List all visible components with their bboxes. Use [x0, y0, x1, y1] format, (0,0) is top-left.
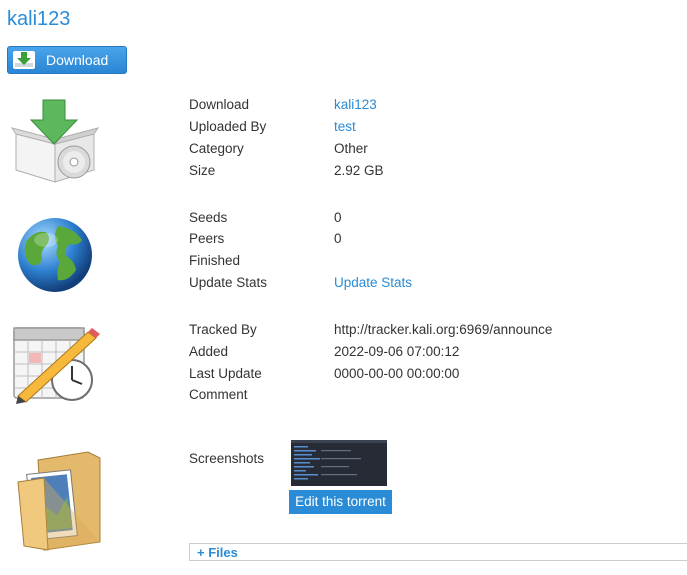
- page-title: kali123: [7, 8, 71, 30]
- package-disc-icon: [10, 99, 100, 183]
- uploaded-by-label: Uploaded By: [189, 119, 267, 134]
- category-label: Category: [189, 141, 244, 156]
- download-button-label: Download: [46, 52, 109, 68]
- added-value: 2022-09-06 07:00:12: [334, 344, 460, 359]
- uploader-link[interactable]: test: [334, 119, 356, 135]
- screenshot-thumbnail[interactable]: [291, 440, 387, 486]
- download-link[interactable]: kali123: [334, 97, 377, 113]
- download-arrow-icon: [13, 51, 35, 69]
- peers-value: 0: [334, 231, 342, 246]
- size-label: Size: [189, 163, 216, 178]
- download-label: Download: [189, 97, 250, 112]
- comment-label: Comment: [189, 387, 248, 402]
- download-button[interactable]: Download: [7, 46, 127, 74]
- category-value: Other: [334, 141, 368, 156]
- screenshots-label: Screenshots: [189, 451, 265, 466]
- tracked-by-label: Tracked By: [189, 322, 257, 337]
- finished-label: Finished: [189, 253, 241, 268]
- globe-icon: [18, 218, 92, 292]
- size-value: 2.92 GB: [334, 163, 384, 178]
- calendar-clock-pencil-icon: [13, 327, 100, 404]
- folder-images-icon: [17, 451, 101, 551]
- last-update-label: Last Update: [189, 366, 262, 381]
- update-stats-link[interactable]: Update Stats: [334, 275, 412, 291]
- update-stats-label: Update Stats: [189, 275, 268, 290]
- edit-torrent-button[interactable]: Edit this torrent: [289, 490, 392, 514]
- seeds-label: Seeds: [189, 210, 228, 225]
- seeds-value: 0: [334, 210, 342, 225]
- peers-label: Peers: [189, 231, 225, 246]
- added-label: Added: [189, 344, 229, 359]
- files-panel: + Files: [189, 543, 687, 561]
- files-toggle[interactable]: + Files: [197, 545, 238, 560]
- last-update-value: 0000-00-00 00:00:00: [334, 366, 460, 381]
- tracker-url: http://tracker.kali.org:6969/announce: [334, 322, 553, 337]
